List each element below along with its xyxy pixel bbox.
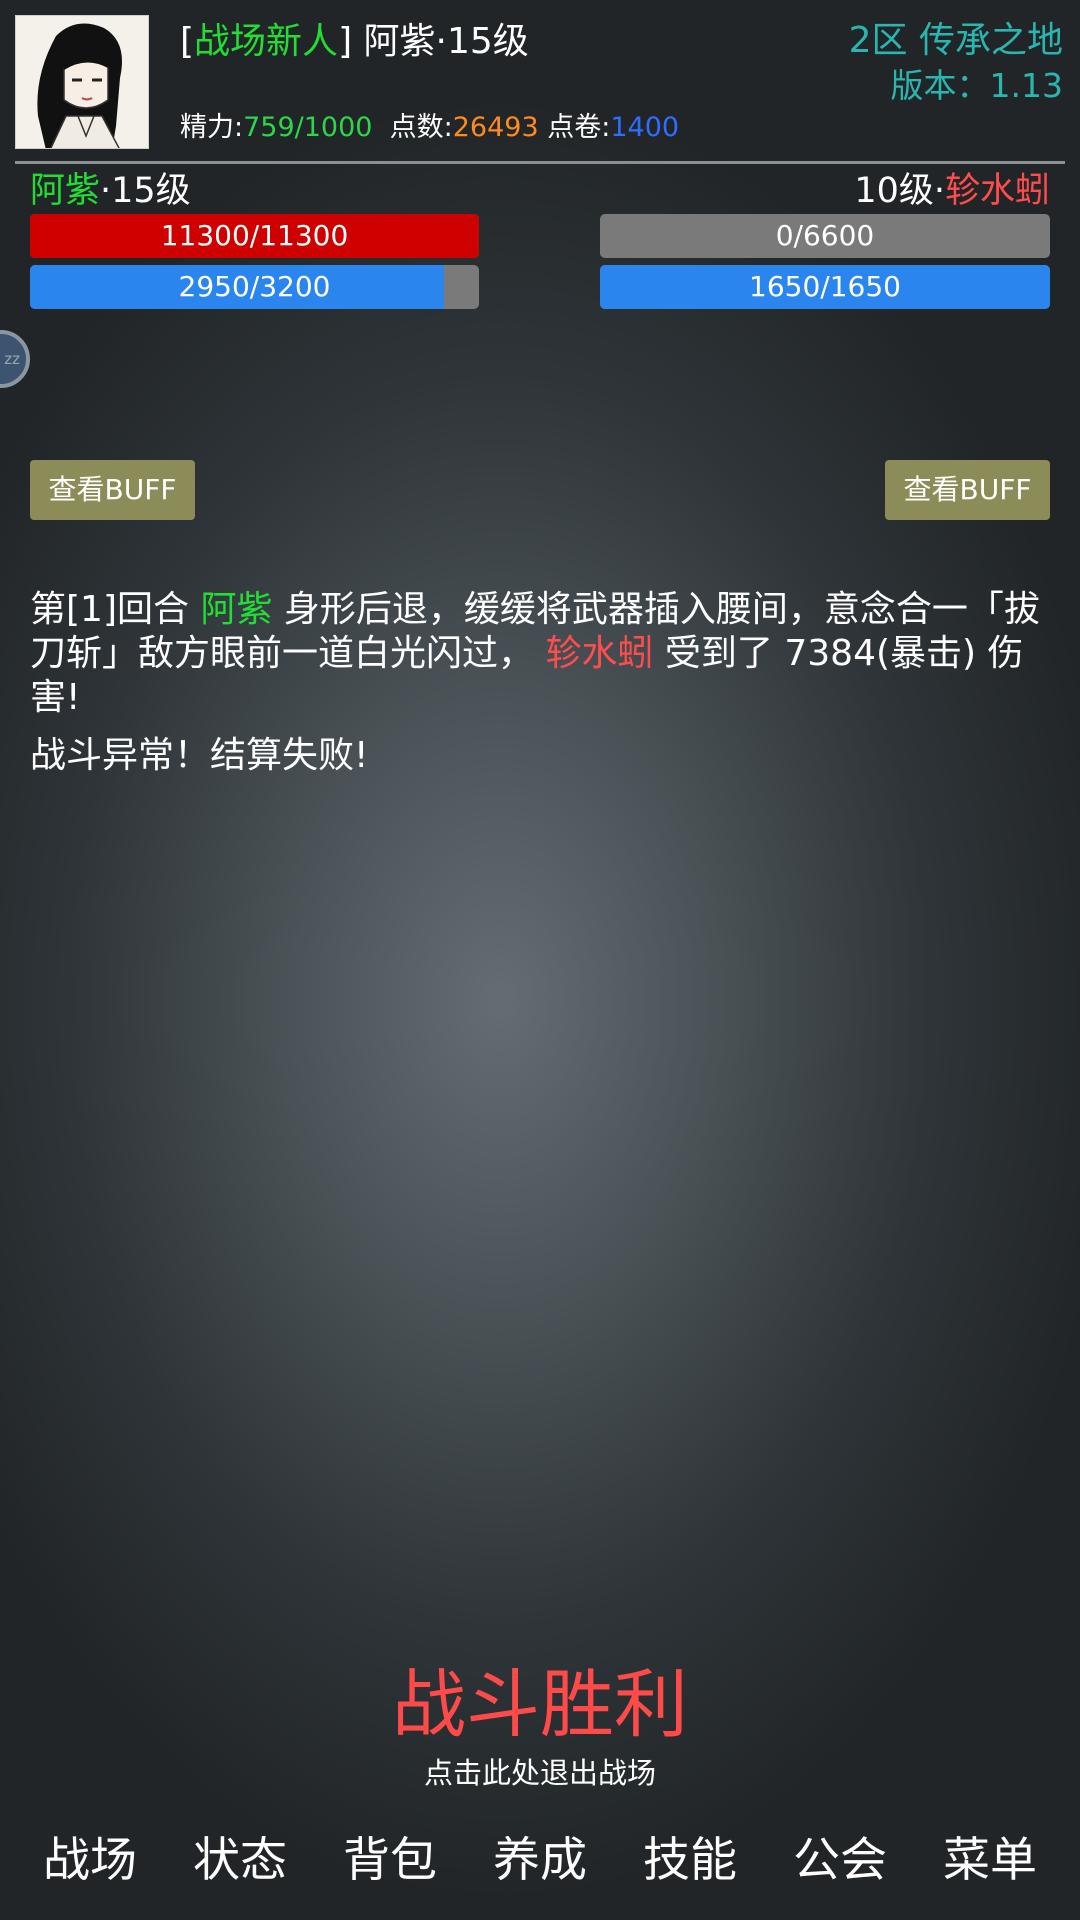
enemy-name: 轸水蚓	[944, 171, 1050, 211]
header-divider	[15, 161, 1065, 164]
enemy-mp-bar: 1650/1650	[600, 265, 1050, 309]
coupons-value: 1400	[610, 112, 680, 143]
player-hp-text: 11300/11300	[160, 219, 349, 252]
player-name: 阿紫	[30, 171, 101, 211]
nav-menu[interactable]: 菜单	[930, 1826, 1050, 1896]
battle-log-error: 战斗异常！结算失败!	[30, 735, 369, 776]
nav-battlefield[interactable]: 战场	[30, 1826, 150, 1896]
player-mp-text: 2950/3200	[178, 270, 331, 303]
battle-log-entry: 第[1]回合 阿紫 身形后退，缓缓将武器插入腰间，意念合一「拔刀斩」敌方眼前一道…	[30, 588, 1065, 720]
enemy-hp-text: 0/6600	[775, 219, 875, 252]
log-target: 轸水蚓	[545, 633, 654, 674]
player-avatar[interactable]	[15, 15, 149, 149]
player-name-level: 阿紫·15级	[30, 168, 191, 214]
nav-skills[interactable]: 技能	[630, 1826, 750, 1896]
floating-side-button[interactable]: zz	[0, 330, 30, 388]
player-mp-bar: 2950/3200	[30, 265, 479, 309]
nav-status[interactable]: 状态	[180, 1826, 300, 1896]
log-actor: 阿紫	[200, 589, 273, 630]
title-name-level: 阿紫·15级	[352, 21, 529, 62]
character-portrait-icon	[16, 16, 148, 148]
nav-backpack[interactable]: 背包	[330, 1826, 450, 1896]
title-bracket-open: [	[180, 21, 195, 62]
resource-stats: 精力:759/1000 点数:26493 点卷:1400	[180, 108, 679, 148]
title-bracket-close: ]	[338, 21, 353, 62]
player-level: ·15级	[100, 171, 191, 211]
enemy-hp-bar: 0/6600	[600, 214, 1050, 258]
enemy-name-level: 10级·轸水蚓	[854, 168, 1050, 214]
version-label: 版本：1.13	[890, 66, 1063, 105]
server-name: 2区 传承之地	[848, 20, 1063, 61]
battle-result-title[interactable]: 战斗胜利	[0, 1655, 1080, 1755]
enemy-level: 10级·	[854, 171, 945, 211]
bottom-nav: 战场 状态 背包 养成 技能 公会 菜单	[0, 1826, 1080, 1896]
player-view-buff-button[interactable]: 查看BUFF	[30, 460, 195, 520]
nav-guild[interactable]: 公会	[780, 1826, 900, 1896]
nav-cultivate[interactable]: 养成	[480, 1826, 600, 1896]
points-value: 26493	[452, 112, 539, 143]
title-tag: 战场新人	[194, 21, 339, 62]
battle-log: 第[1]回合 阿紫 身形后退，缓缓将武器插入腰间，意念合一「拔刀斩」敌方眼前一道…	[30, 588, 1065, 778]
enemy-view-buff-button[interactable]: 查看BUFF	[885, 460, 1050, 520]
energy-value: 759/1000	[243, 112, 373, 143]
player-hp-bar: 11300/11300	[30, 214, 479, 258]
coupons-label: 点卷:	[547, 112, 611, 143]
enemy-mp-text: 1650/1650	[749, 270, 901, 303]
energy-label: 精力:	[180, 112, 244, 143]
log-round: 第[1]回合	[30, 589, 201, 630]
player-title: [战场新人] 阿紫·15级	[180, 18, 529, 66]
points-label: 点数:	[389, 112, 453, 143]
exit-battle-link[interactable]: 点击此处退出战场	[0, 1752, 1080, 1794]
